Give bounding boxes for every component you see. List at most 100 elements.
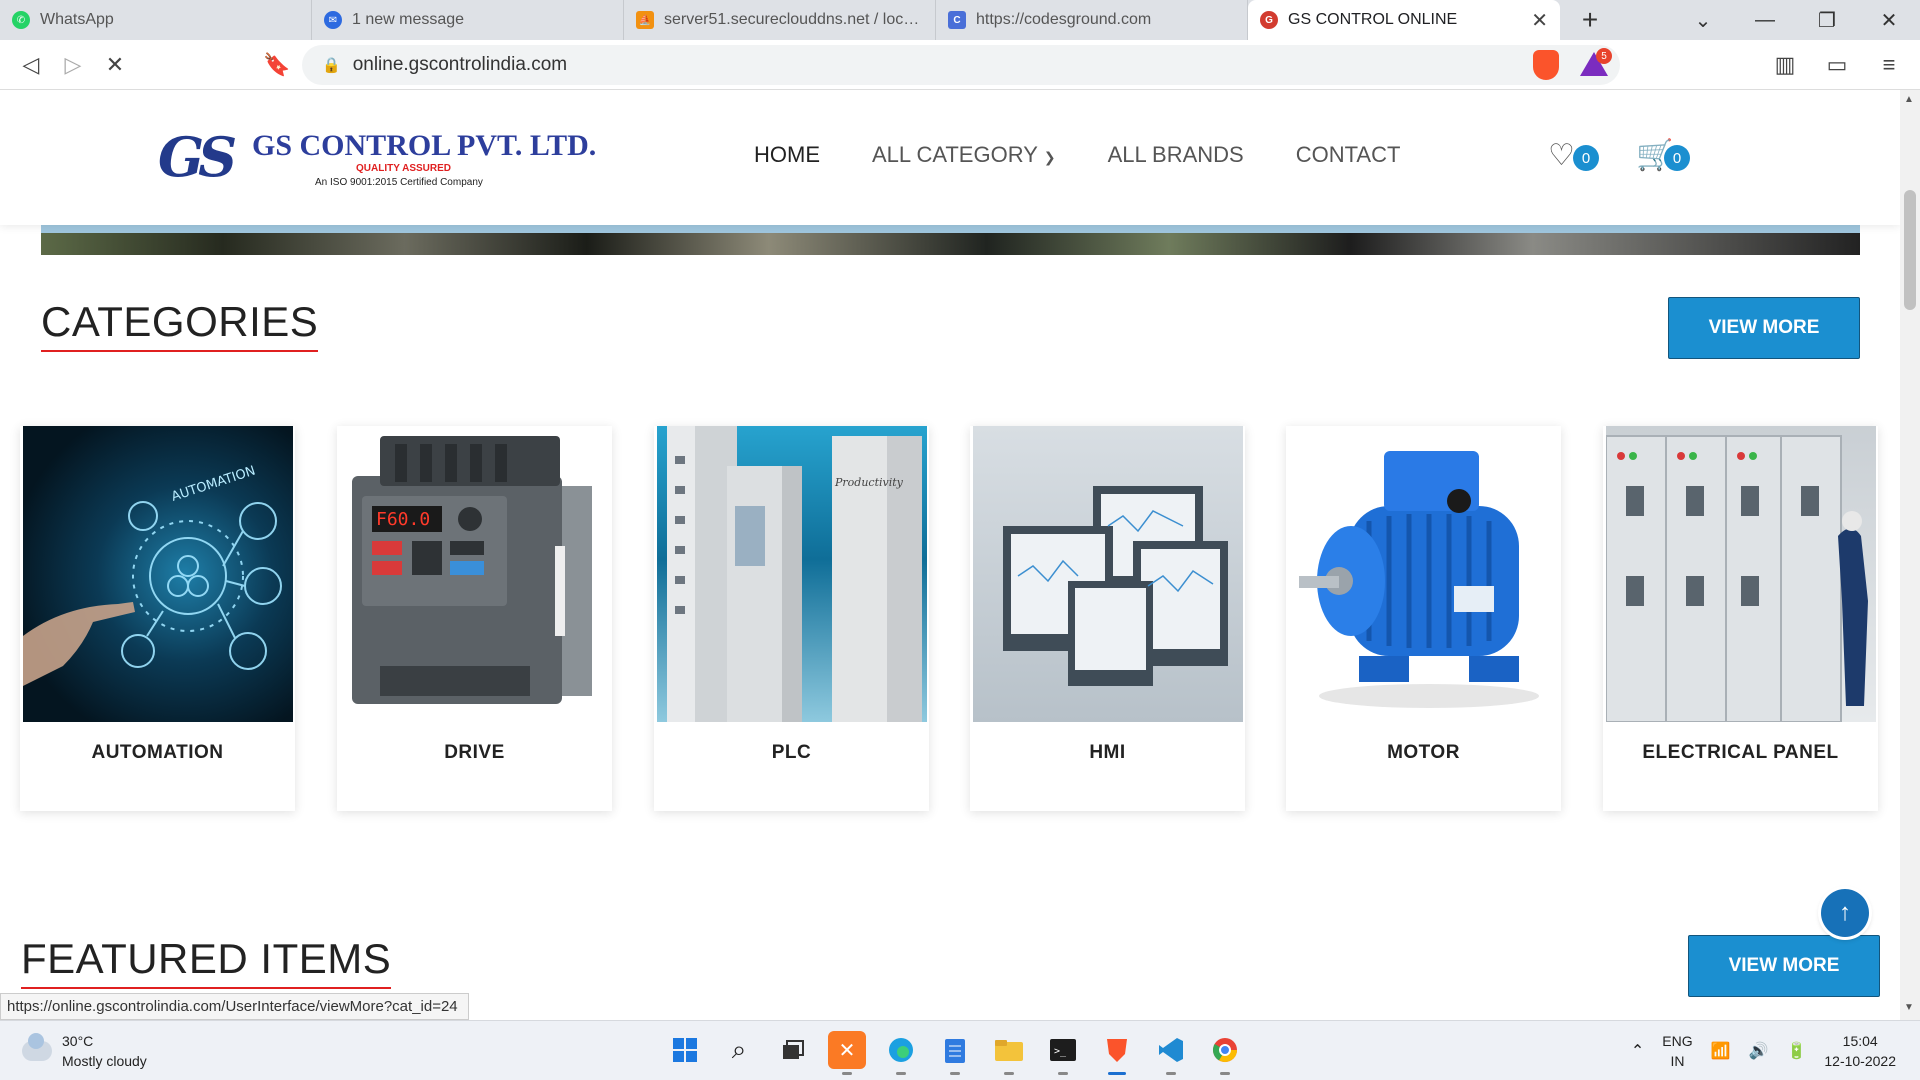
url-text: online.gscontrolindia.com — [352, 54, 568, 75]
weather-condition: Mostly cloudy — [62, 1053, 147, 1069]
nav-all-category[interactable]: ALL CATEGORY ❯ — [872, 142, 1056, 168]
xampp-icon[interactable]: ✕ — [828, 1031, 866, 1075]
minimize-icon[interactable]: — — [1734, 0, 1796, 40]
address-bar[interactable]: 🔒 online.gscontrolindia.com — [302, 45, 1620, 85]
scroll-thumb[interactable] — [1904, 190, 1916, 310]
bookmark-icon[interactable]: 🔖 — [256, 44, 298, 86]
plc-image: Productivity — [657, 426, 927, 722]
site-header: GS GS CONTROL PVT. LTD. QUALITY ASSURED … — [0, 90, 1900, 225]
hero-banner-strip — [41, 225, 1860, 255]
category-label: HMI — [1089, 742, 1126, 763]
tab-title: GS CONTROL ONLINE — [1288, 11, 1458, 28]
electrical-panel-image — [1606, 426, 1876, 722]
gs-control-icon: G — [1260, 11, 1278, 29]
browser-toolbar: ◁ ▷ ✕ 🔖 🔒 online.gscontrolindia.com 5 ▥ … — [0, 40, 1920, 90]
featured-view-more-button[interactable]: VIEW MORE — [1688, 935, 1880, 997]
messenger-icon: ✉ — [324, 11, 342, 29]
chevron-up-icon[interactable]: ⌃ — [1631, 1041, 1644, 1061]
tab-title: 1 new message — [352, 11, 465, 28]
file-explorer-icon[interactable] — [990, 1031, 1028, 1075]
scroll-up-arrow-icon[interactable]: ▲ — [1904, 94, 1914, 105]
svg-text:AUTOMATION: AUTOMATION — [170, 464, 258, 505]
nav-contact[interactable]: CONTACT — [1296, 142, 1401, 168]
volume-icon[interactable]: 🔊 — [1749, 1041, 1769, 1061]
svg-text:Productivity: Productivity — [834, 476, 904, 489]
category-card-automation[interactable]: AUTOMATION AUTOMATION — [20, 426, 295, 811]
chrome-icon[interactable] — [1206, 1031, 1244, 1075]
category-card-plc[interactable]: Productivity PLC — [654, 426, 929, 811]
tab-title: https://codesground.com — [976, 11, 1152, 28]
category-label: MOTOR — [1387, 742, 1460, 763]
close-tab-icon[interactable]: ✕ — [1531, 8, 1548, 33]
category-card-drive[interactable]: F60.0 DRIVE — [337, 426, 612, 811]
whatsapp-icon: ✆ — [12, 11, 30, 29]
hmi-image — [973, 426, 1243, 722]
tab-messenger[interactable]: ✉ 1 new message — [312, 0, 624, 40]
nav-all-category-label: ALL CATEGORY — [872, 142, 1038, 167]
category-label: PLC — [771, 742, 812, 763]
wishlist-count-badge: 0 — [1573, 145, 1599, 171]
scroll-to-top-button[interactable]: ↑ — [1821, 889, 1869, 937]
tab-title: server51.secureclouddns.net / localhost — [664, 11, 923, 28]
new-tab-button[interactable]: + — [1560, 0, 1620, 40]
main-nav: HOME ALL CATEGORY ❯ ALL BRANDS CONTACT — [754, 142, 1400, 168]
categories-title: CATEGORIES — [41, 298, 319, 352]
wallet-icon[interactable]: ▭ — [1816, 44, 1858, 86]
category-label: DRIVE — [444, 742, 505, 763]
weather-widget[interactable]: 30°C Mostly cloudy — [22, 1031, 147, 1071]
wishlist-heart-icon[interactable]: ♡ — [1548, 138, 1575, 173]
site-logo[interactable]: GS GS CONTROL PVT. LTD. QUALITY ASSURED … — [158, 125, 596, 195]
browser-tab-bar: ✆ WhatsApp ✉ 1 new message ⛵ server51.se… — [0, 0, 1920, 40]
categories-view-more-button[interactable]: VIEW MORE — [1668, 297, 1860, 359]
restore-icon[interactable]: ❐ — [1796, 0, 1858, 40]
language-code: ENG — [1662, 1033, 1693, 1049]
task-view-icon[interactable] — [774, 1031, 812, 1069]
tab-whatsapp[interactable]: ✆ WhatsApp — [0, 0, 312, 40]
windows-start-icon[interactable] — [666, 1031, 704, 1069]
featured-items-title: FEATURED ITEMS — [21, 935, 392, 989]
page-scrollbar[interactable]: ▲ ▼ — [1900, 90, 1920, 1020]
category-label: AUTOMATION — [91, 742, 224, 763]
web-page: GS GS CONTROL PVT. LTD. QUALITY ASSURED … — [0, 90, 1900, 1020]
tab-gs-control[interactable]: G GS CONTROL ONLINE ✕ — [1248, 0, 1560, 40]
scroll-down-arrow-icon[interactable]: ▼ — [1904, 1002, 1914, 1013]
system-clock[interactable]: 15:04 12-10-2022 — [1824, 1031, 1896, 1071]
brave-shield-icon[interactable] — [1533, 50, 1559, 80]
tab-phpmyadmin[interactable]: ⛵ server51.secureclouddns.net / localhos… — [624, 0, 936, 40]
language-indicator[interactable]: ENG IN — [1662, 1031, 1692, 1071]
drive-image: F60.0 — [340, 426, 610, 722]
svg-text:>_: >_ — [1054, 1046, 1067, 1057]
search-icon[interactable]: ⌕ — [720, 1031, 758, 1069]
forward-icon[interactable]: ▷ — [52, 44, 94, 86]
stop-loading-icon[interactable]: ✕ — [94, 44, 136, 86]
category-card-hmi[interactable]: HMI — [970, 426, 1245, 811]
arrow-up-icon: ↑ — [1839, 899, 1851, 926]
category-card-electrical-panel[interactable]: ELECTRICAL PANEL — [1603, 426, 1878, 811]
rewards-badge: 5 — [1596, 48, 1612, 64]
tab-codesground[interactable]: C https://codesground.com — [936, 0, 1248, 40]
back-icon[interactable]: ◁ — [10, 44, 52, 86]
menu-icon[interactable]: ≡ — [1868, 44, 1910, 86]
close-window-icon[interactable]: ✕ — [1858, 0, 1920, 40]
logo-mark: GS — [158, 125, 237, 189]
nav-all-brands[interactable]: ALL BRANDS — [1108, 142, 1244, 168]
drive-display-text: F60.0 — [376, 509, 430, 530]
lock-icon: 🔒 — [322, 57, 341, 74]
tab-title: WhatsApp — [40, 11, 114, 28]
logo-iso-text: An ISO 9001:2015 Certified Company — [315, 177, 483, 188]
category-card-motor[interactable]: MOTOR — [1286, 426, 1561, 811]
sidebar-toggle-icon[interactable]: ▥ — [1764, 44, 1806, 86]
battery-icon[interactable]: 🔋 — [1786, 1041, 1806, 1061]
automation-image: AUTOMATION — [23, 426, 293, 722]
tab-search-icon[interactable]: ⌄ — [1672, 0, 1734, 40]
edge-icon[interactable] — [882, 1031, 920, 1075]
motor-image — [1289, 426, 1559, 722]
brave-browser-icon[interactable] — [1098, 1031, 1136, 1075]
logo-tagline: QUALITY ASSURED — [356, 163, 452, 174]
notepad-icon[interactable] — [936, 1031, 974, 1075]
windows-taskbar: 30°C Mostly cloudy ⌕ ✕ >_ ⌃ ENG IN 📶 🔊 🔋… — [0, 1020, 1920, 1080]
wifi-icon[interactable]: 📶 — [1711, 1041, 1731, 1061]
terminal-icon[interactable]: >_ — [1044, 1031, 1082, 1075]
vscode-icon[interactable] — [1152, 1031, 1190, 1075]
nav-home[interactable]: HOME — [754, 142, 820, 168]
